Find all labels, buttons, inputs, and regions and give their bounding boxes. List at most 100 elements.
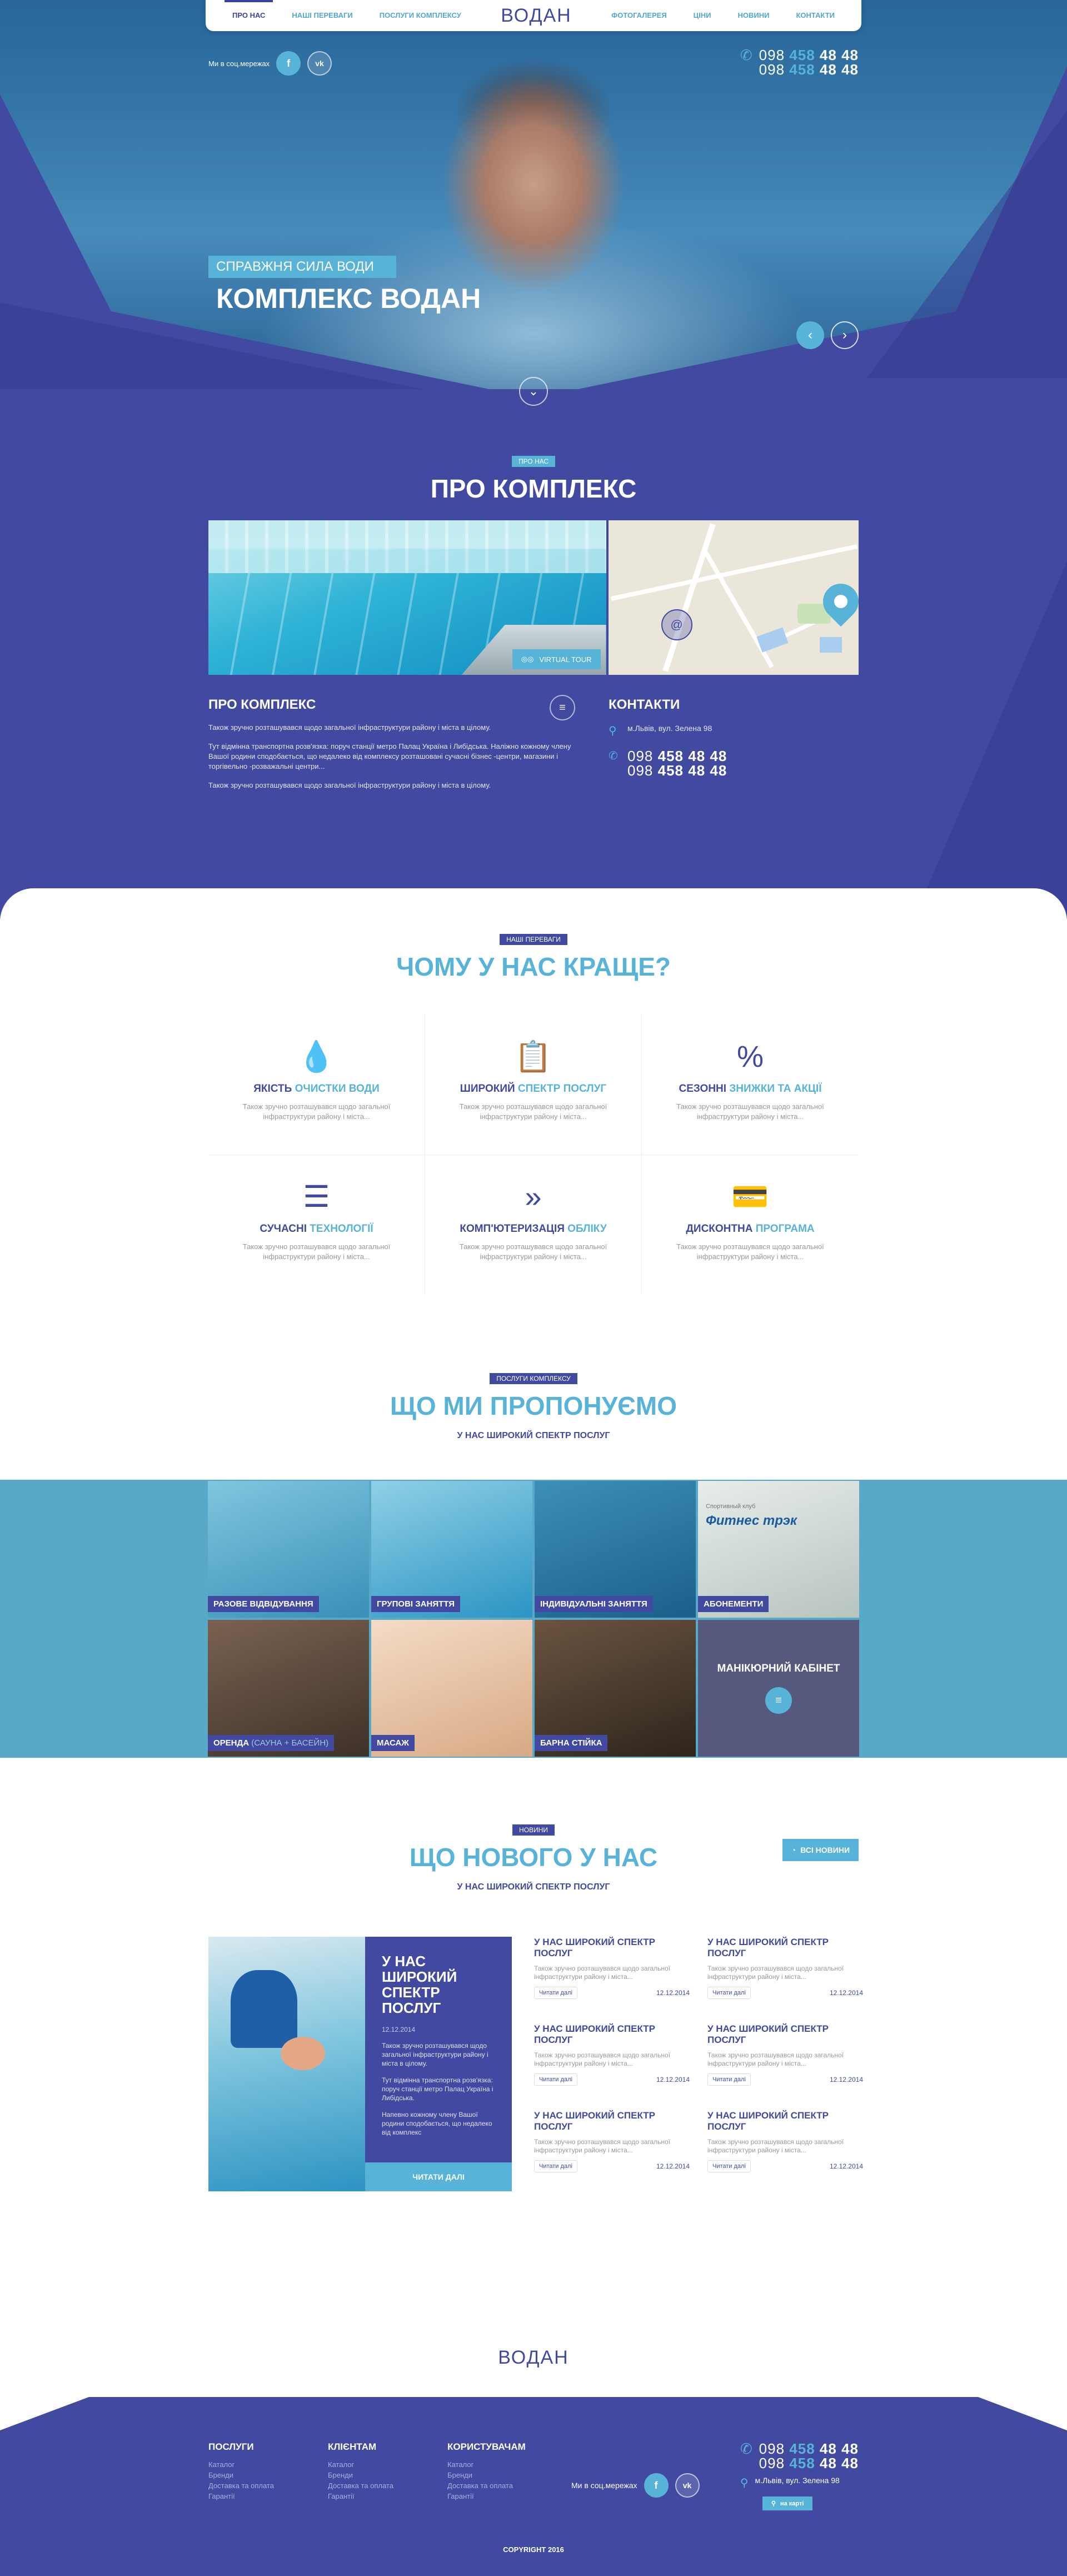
read-more-button[interactable]: Читати далі — [534, 2160, 577, 2172]
service-tile[interactable]: Разове відвідування — [207, 1480, 370, 1619]
footer-link[interactable]: Бренди — [208, 2470, 328, 2480]
on-map-button[interactable]: ⚲ на карті — [762, 2497, 813, 2510]
advantage-title: Широкий спектр послуг — [425, 1083, 641, 1095]
footer-link[interactable]: Каталог — [208, 2459, 328, 2470]
footer-column: Послуги Каталог Бренди Доставка та оплат… — [208, 2441, 328, 2510]
footer-link[interactable]: Бренди — [447, 2470, 567, 2480]
read-more-button[interactable]: Читати далі — [707, 1987, 751, 1999]
nav-item-about[interactable]: Про нас — [219, 0, 278, 31]
service-tile[interactable]: Оренда (сауна + басейн) — [207, 1619, 370, 1758]
facebook-icon[interactable]: f — [644, 2473, 669, 2498]
services-section: Послуги комплексу Що ми пропонуємо У нас… — [0, 1323, 1067, 1758]
footer-link[interactable]: Доставка та оплата — [447, 2480, 567, 2491]
footer-link[interactable]: Бренди — [328, 2470, 447, 2480]
chevron-down-icon[interactable]: ⌄ — [519, 377, 548, 406]
sign-text: Фитнес трэк — [706, 1513, 797, 1528]
menu-lines-icon[interactable]: ≡ — [765, 1687, 792, 1714]
advantage-title-part: Якість — [253, 1083, 295, 1095]
footer-link[interactable]: Каталог — [328, 2459, 447, 2470]
nav-item-advantages[interactable]: Наші переваги — [278, 0, 366, 31]
read-more-button[interactable]: Читати далі — [707, 2073, 751, 2086]
footer-column: Користувачам Каталог Бренди Доставка та … — [447, 2441, 567, 2510]
service-tile[interactable]: Індивідуальні заняття — [534, 1480, 697, 1619]
news-featured-title[interactable]: У нас широкий спектр послуг — [382, 1953, 495, 2016]
service-tile[interactable]: Масаж — [370, 1619, 534, 1758]
service-tile[interactable]: Спортивный клуб Фитнес трэк Абонементи — [697, 1480, 860, 1619]
footer-link[interactable]: Доставка та оплата — [208, 2480, 328, 2491]
phone-number[interactable]: 098 458 48 48 — [627, 763, 727, 778]
news-item: У нас широкий спектр послуг Також зручно… — [707, 1937, 863, 2023]
nav-item-gallery[interactable]: Фотогалерея — [598, 0, 680, 31]
news-date: 12.12.2014 — [829, 1989, 863, 1997]
phone-number[interactable]: 098 458 48 48 — [759, 2456, 859, 2470]
nav-left: Про нас Наші переваги Послуги комплексу — [219, 0, 475, 31]
news-title[interactable]: У нас широкий спектр послуг — [707, 2110, 863, 2132]
service-tile-manicure[interactable]: Манікюрний кабінет ≡ — [697, 1619, 860, 1758]
advantage-text: Також зручно розташувався щодо загальної… — [459, 1242, 607, 1261]
section-heading: Що ми пропонуємо — [390, 1391, 677, 1420]
contact-address: ⚲ м.Львів, вул. Зелена 98 — [609, 724, 727, 738]
service-tile[interactable]: Групові заняття — [370, 1480, 534, 1619]
footer-logo[interactable]: ВОДАН — [498, 2347, 569, 2368]
about-paragraph: Також зручно розташувався щодо загальної… — [208, 723, 491, 732]
hero-subtitle: Справжня сила води — [208, 256, 396, 278]
section-tag: Про нас — [511, 456, 556, 467]
service-tile[interactable]: Барна стійка — [534, 1619, 697, 1758]
news-title[interactable]: У нас широкий спектр послуг — [534, 2110, 690, 2132]
menu-lines-icon[interactable]: ≡ — [550, 695, 575, 720]
all-news-button[interactable]: ◔ Всі новини — [782, 1839, 859, 1861]
nav-item-contacts[interactable]: Контакти — [782, 0, 848, 31]
phone-number[interactable]: 098 458 48 48 — [759, 48, 859, 62]
nav-item-services[interactable]: Послуги комплексу — [366, 0, 475, 31]
advantage-title-accent: очистки води — [295, 1083, 380, 1095]
nav-item-news[interactable]: Новини — [725, 0, 783, 31]
chevron-left-icon[interactable]: ‹ — [796, 321, 824, 349]
virtual-tour-button[interactable]: ◎◎ Virtual tour — [512, 649, 601, 669]
footer-link[interactable]: Гарантії — [328, 2491, 447, 2502]
about-subtitle: Про комплекс — [208, 697, 316, 712]
news-title[interactable]: У нас широкий спектр послуг — [707, 1937, 863, 1959]
service-label-main: Оренда — [213, 1738, 252, 1748]
vk-icon[interactable]: vk — [307, 51, 332, 76]
advantage-text: Також зручно розташувався щодо загальної… — [676, 1102, 824, 1121]
footer-link[interactable]: Гарантії — [447, 2491, 567, 2502]
news-title[interactable]: У нас широкий спектр послуг — [534, 2023, 690, 2046]
news-date: 12.12.2014 — [829, 2162, 863, 2170]
footer-link[interactable]: Гарантії — [208, 2491, 328, 2502]
advantage-text: Також зручно розташувався щодо загальної… — [242, 1242, 391, 1261]
footer-link[interactable]: Доставка та оплата — [328, 2480, 447, 2491]
phone-number[interactable]: 098 458 48 48 — [627, 749, 727, 763]
read-more-button[interactable]: Читати далі — [365, 2162, 512, 2191]
service-label: Барна стійка — [535, 1735, 608, 1751]
advantages-grid: 💧 Якість очистки води Також зручно розта… — [208, 1015, 859, 1295]
section-subheading: У нас широкий спектр послуг — [457, 1431, 610, 1440]
nav-right: Фотогалерея Ціни Новини Контакти — [598, 0, 848, 31]
vk-icon[interactable]: vk — [675, 2473, 700, 2498]
location-map[interactable]: @ — [608, 520, 859, 675]
phone-number[interactable]: 098 458 48 48 — [759, 62, 859, 77]
read-more-button[interactable]: Читати далі — [534, 1987, 577, 1999]
phone-number[interactable]: 098 458 48 48 — [759, 2441, 859, 2456]
on-map-label: на карті — [780, 2500, 804, 2507]
location-pin-icon: ⚲ — [740, 2477, 749, 2489]
footer-content: Послуги Каталог Бренди Доставка та оплат… — [208, 2397, 859, 2510]
facebook-icon[interactable]: f — [276, 51, 301, 76]
slider-arrows: ‹ › — [796, 321, 859, 349]
news-title[interactable]: У нас широкий спектр послуг — [707, 2023, 863, 2046]
map-water — [756, 627, 789, 653]
nav-item-prices[interactable]: Ціни — [680, 0, 725, 31]
service-label: Манікюрний кабінет — [717, 1663, 840, 1674]
news-item: У нас широкий спектр послуг Також зручно… — [534, 2023, 690, 2110]
news-title[interactable]: У нас широкий спектр послуг — [534, 1937, 690, 1959]
about-paragraph: Також зручно розташувався щодо загальної… — [208, 781, 491, 789]
cards-icon: 💳 — [731, 1180, 769, 1214]
contact-phones: ✆ 098 458 48 48 098 458 48 48 — [609, 749, 727, 778]
phone-digits: 48 48 — [819, 2455, 859, 2471]
advantage-title-accent: програма — [755, 1223, 815, 1235]
site-logo[interactable]: ВОДАН — [501, 5, 572, 27]
chevron-right-icon[interactable]: › — [831, 321, 859, 349]
footer-link[interactable]: Каталог — [447, 2459, 567, 2470]
read-more-button[interactable]: Читати далі — [534, 2073, 577, 2086]
phone-icon: ✆ — [609, 750, 618, 762]
read-more-button[interactable]: Читати далі — [707, 2160, 751, 2172]
